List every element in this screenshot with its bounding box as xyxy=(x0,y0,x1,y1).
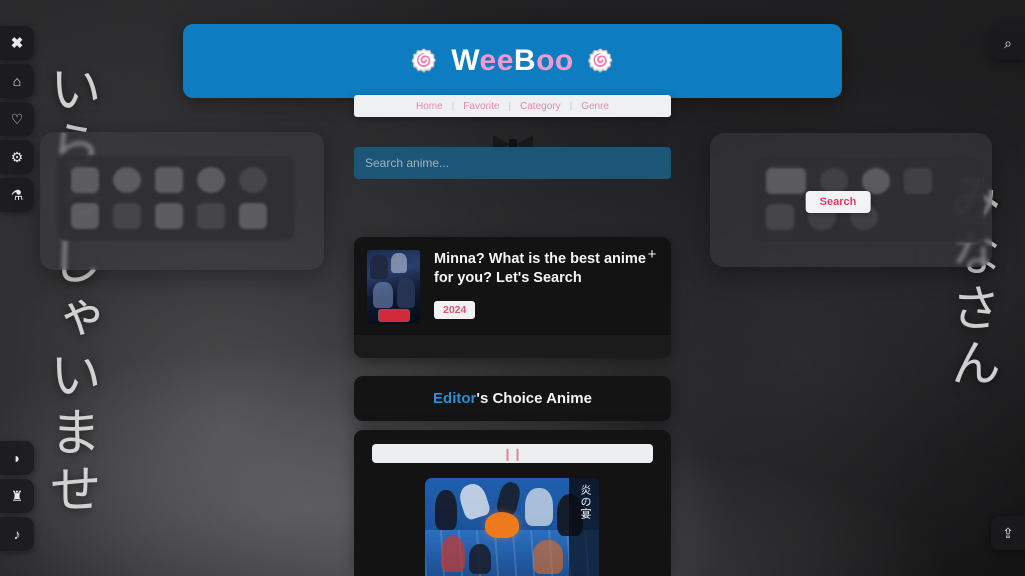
widget-icon xyxy=(155,203,183,229)
logo-text-part: oo xyxy=(536,44,574,77)
editors-choice-heading: Editor's Choice Anime xyxy=(433,390,592,407)
promo-title: Minna? What is the best anime for you? L… xyxy=(434,251,646,287)
logo-text-part: W xyxy=(451,44,480,77)
moon-icon[interactable]: ◗ xyxy=(0,441,34,475)
site-header-banner: 🍥 WeeBoo 🍥 xyxy=(183,24,842,98)
left-top-icon-rail: ✖ ⌂ ♡ ⚙ ⚗ xyxy=(0,26,34,212)
narutomaki-swirl-icon-right: 🍥 xyxy=(586,48,615,73)
search-input[interactable] xyxy=(354,147,671,179)
nav-separator: | xyxy=(451,100,455,112)
widget-icon xyxy=(904,168,932,194)
promo-card-footer xyxy=(354,335,671,358)
poster-figure xyxy=(469,544,491,574)
carousel-control-bar[interactable]: ❙❙ xyxy=(372,444,653,463)
poster-figure xyxy=(456,480,492,522)
logo-text-part: B xyxy=(513,44,537,77)
home-icon[interactable]: ⌂ xyxy=(0,64,34,98)
main-content-column: 🍥 WeeBoo 🍥 Home | Favorite | Category | … xyxy=(183,0,871,576)
poster-figure xyxy=(391,253,407,273)
close-icon[interactable]: ✖ xyxy=(0,26,34,60)
promo-text-block: Minna? What is the best anime for you? L… xyxy=(434,250,652,324)
widget-icon xyxy=(197,167,225,193)
widget-icon xyxy=(71,203,99,229)
nav-item-home[interactable]: Home xyxy=(416,101,443,112)
left-bottom-icon-rail: ◗ ♜ ♪ xyxy=(0,441,34,551)
primary-navigation: Home | Favorite | Category | Genre xyxy=(354,95,671,117)
logo-text: WeeBoo xyxy=(451,46,573,76)
sliders-icon[interactable]: ⚗ xyxy=(0,178,34,212)
widget-icon xyxy=(239,203,267,229)
nav-item-category[interactable]: Category xyxy=(520,101,561,112)
editors-choice-carousel: ❙❙ 炎の宴 xyxy=(354,430,671,576)
promo-card-body: Minna? What is the best anime for you? L… xyxy=(354,237,671,324)
widget-icon xyxy=(766,204,794,230)
poster-figure xyxy=(495,480,523,516)
poster-figure xyxy=(373,282,393,308)
nav-item-favorite[interactable]: Favorite xyxy=(463,101,499,112)
poster-band-text: 炎の宴 xyxy=(579,484,592,520)
widget-icon xyxy=(155,167,183,193)
nav-separator: | xyxy=(508,100,512,112)
nav-separator: | xyxy=(569,100,573,112)
floating-widget-panel-left xyxy=(40,132,324,270)
poster-protagonist-hair xyxy=(485,512,519,538)
cinema-icon[interactable]: ♜ xyxy=(0,479,34,513)
app-window: いらっしゃいませ みなさん ✖ ⌂ ♡ ⚙ ⚗ ◗ ♜ ♪ ⌕ ⇪ 🍥 WeeB… xyxy=(0,0,1025,576)
poster-figure xyxy=(370,255,388,279)
detective-conan-poster-thumbnail[interactable] xyxy=(367,250,420,324)
widget-icon xyxy=(71,167,99,193)
search-icon[interactable]: ⌕ xyxy=(991,26,1025,60)
year-badge[interactable]: 2024 xyxy=(434,301,476,320)
widget-icon xyxy=(113,203,141,229)
right-top-icon-rail: ⌕ xyxy=(991,26,1025,60)
right-bottom-icon-rail: ⇪ xyxy=(991,516,1025,550)
promo-card: Minna? What is the best anime for you? L… xyxy=(354,237,671,358)
widget-icon xyxy=(766,168,806,194)
editors-rest-text: 's Choice Anime xyxy=(476,390,592,407)
poster-figure xyxy=(533,540,563,574)
logo-text-part: ee xyxy=(479,44,514,77)
poster-figure xyxy=(525,488,553,526)
heart-icon[interactable]: ♡ xyxy=(0,102,34,136)
poster-figure xyxy=(397,278,415,308)
pause-icon[interactable]: ❙❙ xyxy=(502,448,522,460)
widget-icon xyxy=(113,167,141,193)
nav-item-genre[interactable]: Genre xyxy=(581,101,609,112)
editors-choice-heading-card: Editor's Choice Anime xyxy=(354,376,671,421)
widget-icon-grid-left xyxy=(57,155,295,241)
widget-icon xyxy=(197,203,225,229)
narutomaki-swirl-icon-left: 🍥 xyxy=(410,48,439,73)
poster-figure xyxy=(441,536,465,572)
editors-accent-word: Editor xyxy=(433,390,477,407)
poster-title-logo xyxy=(379,310,409,321)
search-submit-button[interactable]: Search xyxy=(805,191,871,213)
widget-icon xyxy=(239,167,267,193)
site-logo[interactable]: 🍥 WeeBoo 🍥 xyxy=(410,46,614,76)
scroll-to-top-icon[interactable]: ⇪ xyxy=(991,516,1025,550)
haikyuu-poster-image[interactable]: 炎の宴 xyxy=(425,478,599,576)
poster-figure xyxy=(435,490,457,530)
music-note-icon[interactable]: ♪ xyxy=(0,517,34,551)
add-to-list-plus-icon[interactable]: + xyxy=(643,245,661,263)
gear-icon[interactable]: ⚙ xyxy=(0,140,34,174)
